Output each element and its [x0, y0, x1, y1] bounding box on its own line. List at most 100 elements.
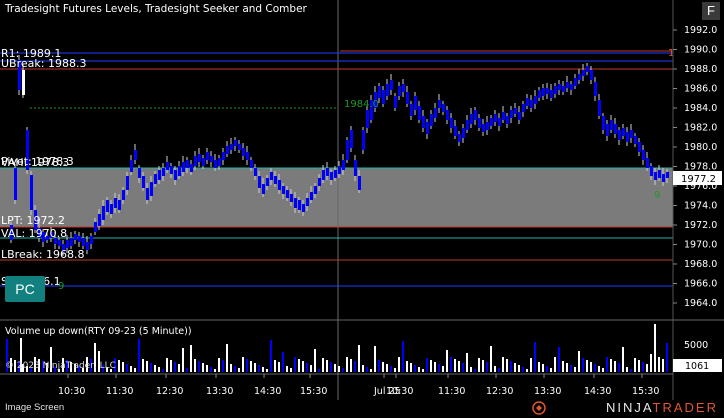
volume-bar — [126, 364, 128, 372]
time-tick-label: 10:30 — [386, 386, 413, 397]
volume-bar — [298, 359, 300, 372]
volume-bar — [262, 367, 264, 372]
candle-body — [202, 158, 205, 166]
volume-bar — [450, 357, 452, 372]
level-label-lbreak: LBreak: 1968.8 — [1, 248, 85, 261]
volume-bar — [146, 361, 148, 372]
volume-bar — [290, 368, 292, 372]
candle-body — [410, 104, 413, 116]
volume-bar — [642, 362, 644, 372]
candle-body — [154, 174, 157, 184]
volume-bar — [422, 369, 424, 372]
volume-bar — [202, 363, 204, 372]
candle-body — [14, 168, 17, 200]
candle-body — [542, 88, 545, 96]
volume-bar — [434, 362, 436, 372]
candle-body — [334, 170, 337, 178]
volume-bar — [206, 365, 208, 372]
volume-bar — [586, 360, 588, 372]
candle-body — [22, 70, 25, 95]
volume-bar — [574, 367, 576, 372]
copyright-text: © 2023 NinjaTrader, LLC — [5, 361, 116, 371]
candle-body — [366, 110, 369, 128]
candle-body — [138, 168, 141, 178]
volume-bar — [346, 357, 348, 372]
volume-bar — [338, 366, 340, 372]
candle-body — [646, 158, 649, 168]
candle-body — [442, 104, 445, 112]
volume-bar — [370, 369, 372, 372]
volume-bar — [358, 345, 360, 372]
volume-bar — [406, 361, 408, 372]
volume-bar — [274, 360, 276, 372]
candle-body — [362, 130, 365, 150]
candle-body — [606, 124, 609, 136]
candle-body — [482, 124, 485, 132]
candle-body — [510, 110, 513, 118]
candle-body — [426, 122, 429, 134]
candle-body — [158, 170, 161, 180]
volume-bar — [182, 348, 184, 372]
volume-bar — [158, 367, 160, 372]
time-tick-label: 12:30 — [486, 386, 513, 397]
volume-bar — [558, 347, 560, 372]
candle-body — [478, 118, 481, 128]
candle-body — [274, 176, 277, 184]
time-axis: 10:30 11:30 12:30 13:30 14:30 15:30 Jul 2510:3… — [58, 374, 659, 397]
fullscreen-button[interactable]: F — [702, 2, 720, 20]
volume-axis-label: 5000 — [684, 340, 708, 351]
volume-bar — [398, 357, 400, 372]
price-tick-label: 1968.0 — [684, 259, 717, 270]
candle-body — [310, 192, 313, 200]
volume-bar — [282, 352, 284, 372]
level-label-val: VAL: 1970.8 — [1, 227, 67, 240]
price-tick-label: 1990.0 — [684, 45, 717, 56]
volume-bar — [226, 344, 228, 372]
volume-bar — [426, 358, 428, 372]
candle-body — [414, 96, 417, 110]
volume-bar — [198, 361, 200, 372]
candle-body — [450, 118, 453, 128]
candle-body — [490, 118, 493, 126]
candle-body — [534, 96, 537, 104]
candle-body — [502, 112, 505, 120]
volume-bar — [638, 360, 640, 372]
time-tick-label: 14:30 — [254, 386, 281, 397]
footer-label: Image Screen — [5, 402, 65, 413]
candle-body — [662, 174, 665, 182]
candle-body — [626, 132, 629, 142]
candle-body — [190, 164, 193, 172]
candle-body — [386, 84, 389, 96]
time-tick-label: 13:30 — [534, 386, 561, 397]
candle-body — [562, 86, 565, 92]
candle-body — [654, 172, 657, 180]
price-tick-label: 1978.0 — [684, 162, 717, 173]
candle-body — [610, 120, 613, 130]
volume-bar — [438, 364, 440, 372]
candle-body — [214, 160, 217, 168]
candle-body — [286, 190, 289, 198]
candle-body — [194, 156, 197, 166]
candle-body — [146, 188, 149, 200]
volume-bar — [366, 367, 368, 372]
candle-body — [174, 170, 177, 180]
chart-area[interactable]: Tradesight Futures Levels, Tradesight Se… — [0, 0, 724, 418]
volume-bar — [330, 362, 332, 372]
volume-bar — [594, 364, 596, 372]
candle-body — [634, 136, 637, 144]
time-tick-label: 10:30 — [58, 386, 85, 397]
candle-body — [618, 130, 621, 140]
candle-body — [514, 108, 517, 114]
price-panel[interactable] — [0, 0, 673, 320]
candle-body — [122, 190, 125, 200]
candle-body — [270, 172, 273, 180]
volume-bar — [418, 367, 420, 372]
volume-bar — [174, 362, 176, 372]
pc-button[interactable]: PC — [5, 276, 45, 302]
volume-bar — [506, 359, 508, 372]
volume-bar — [614, 361, 616, 372]
candle-body — [130, 160, 133, 172]
time-tick-label: 14:30 — [584, 386, 611, 397]
candle-body — [326, 168, 329, 176]
volume-bar — [626, 367, 628, 372]
